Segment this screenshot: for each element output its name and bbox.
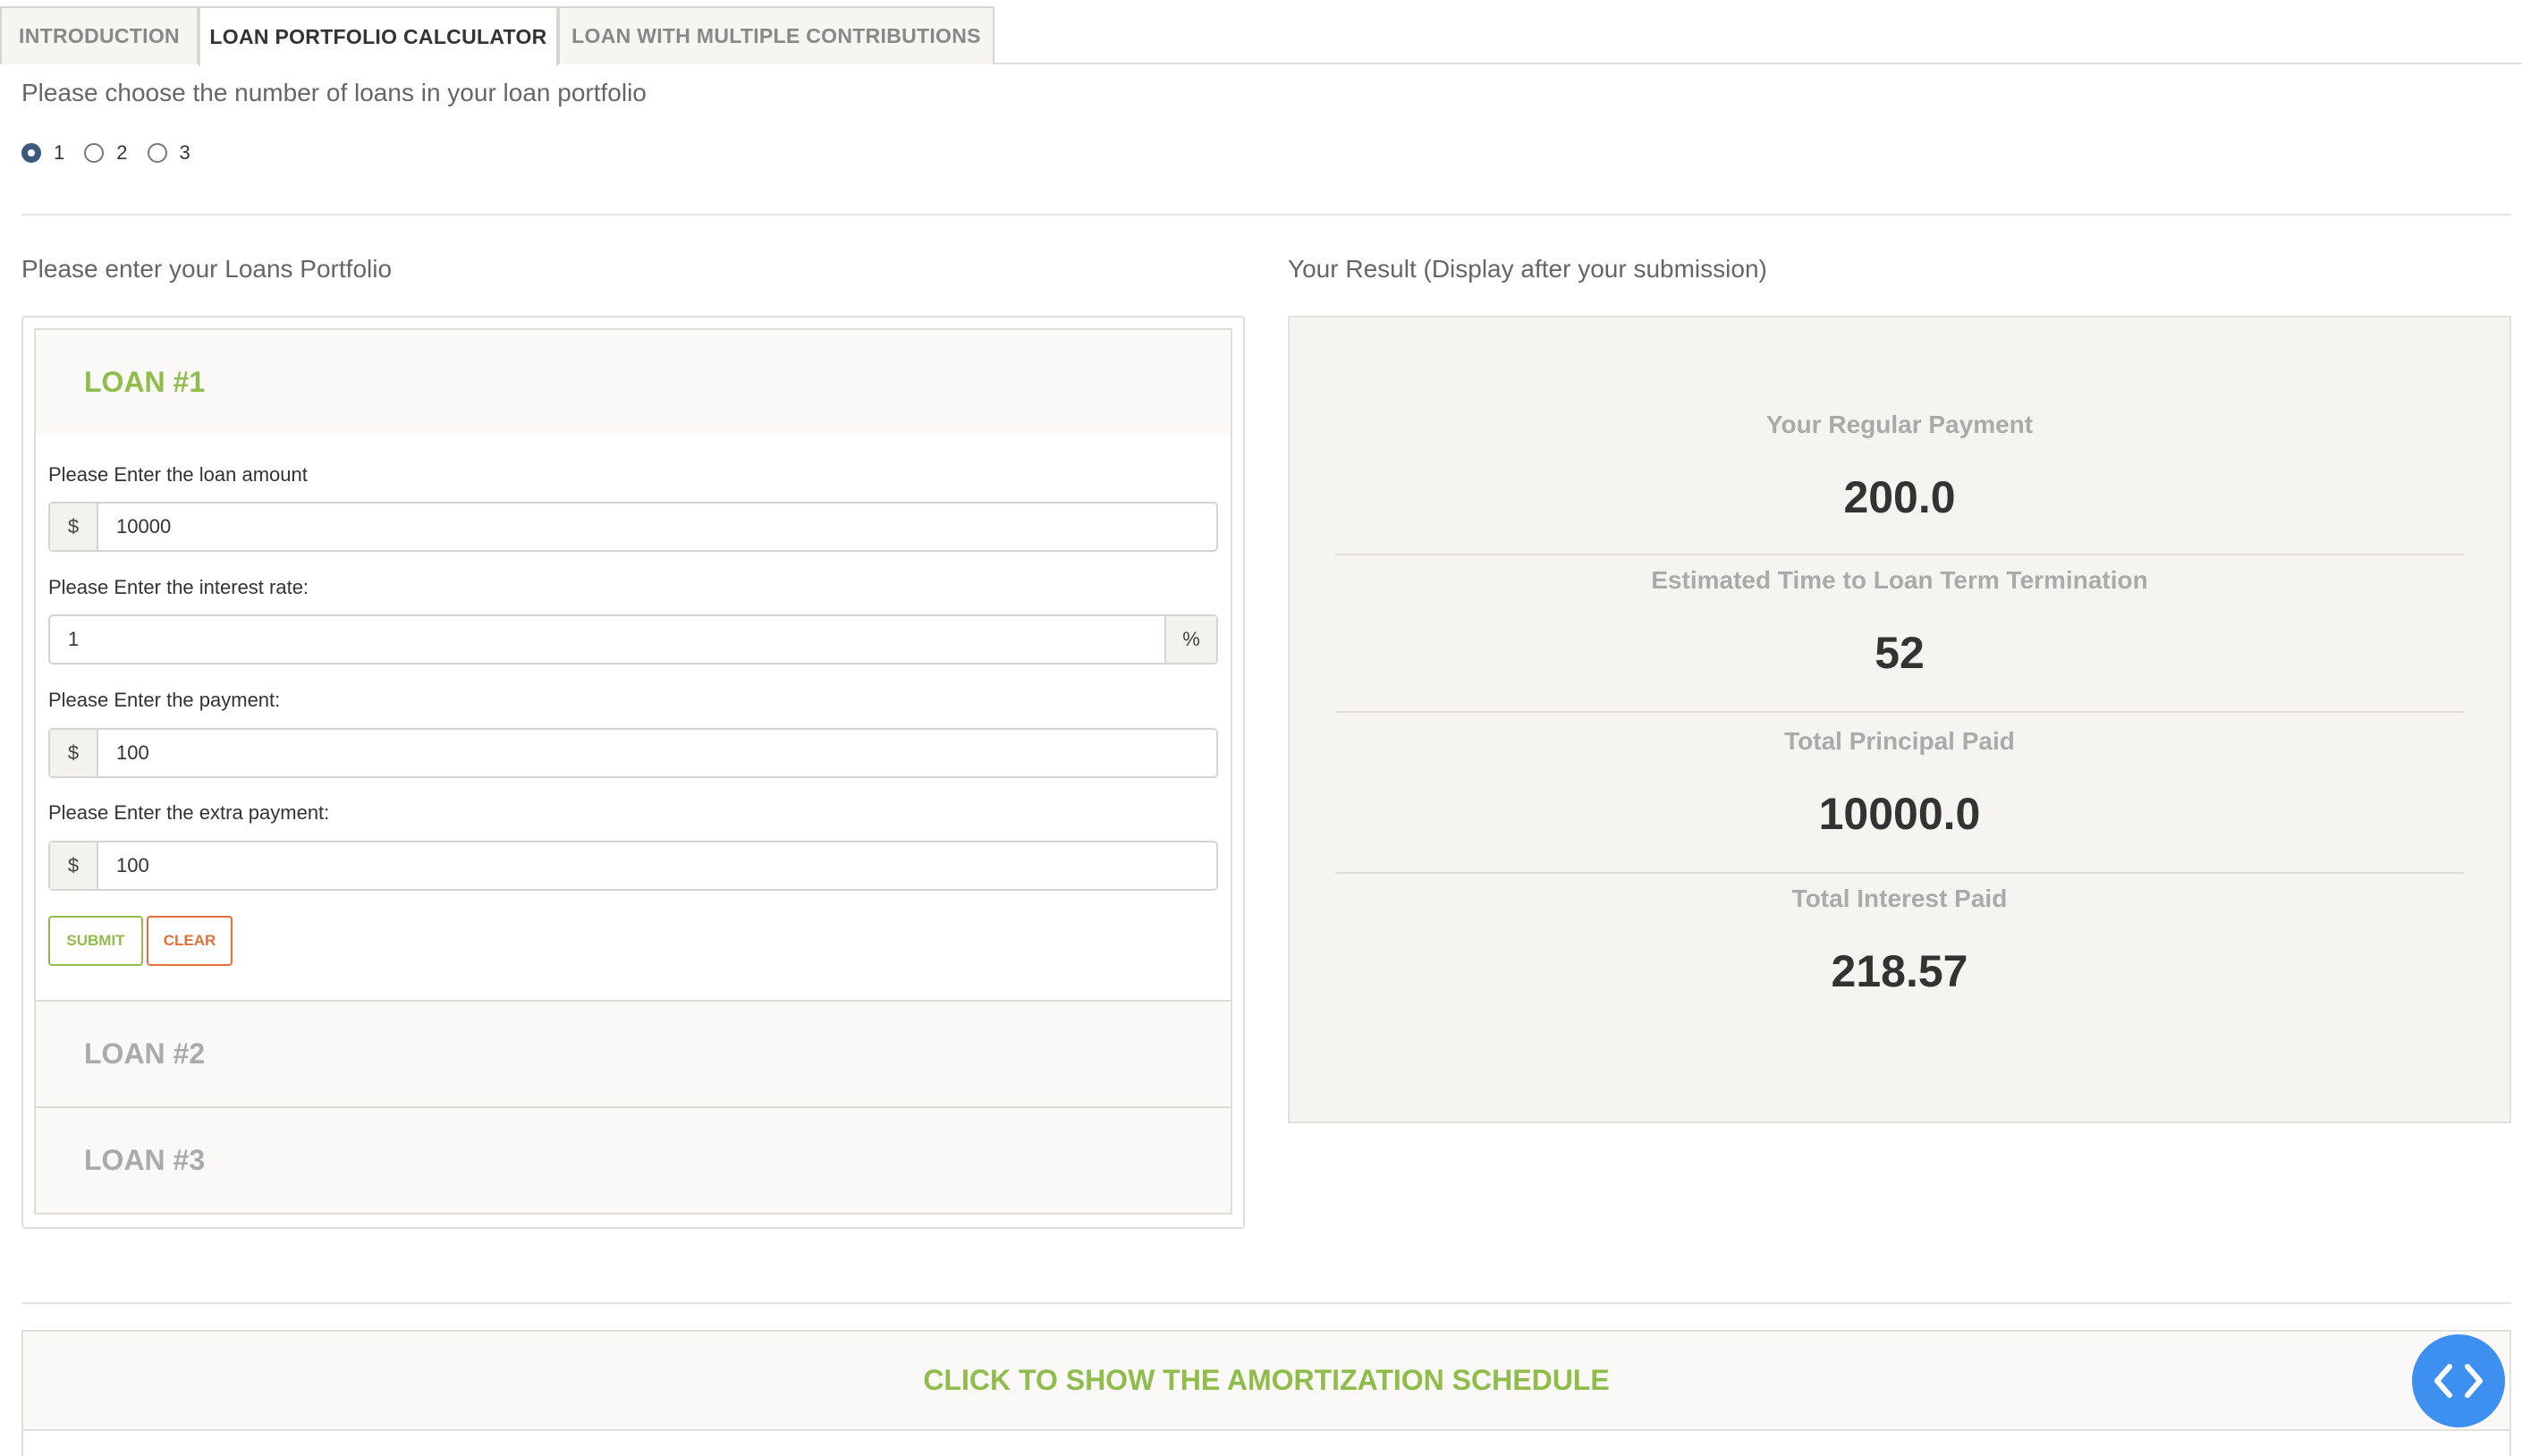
radio-button[interactable] bbox=[21, 143, 41, 163]
interest-rate-label: Please Enter the interest rate: bbox=[48, 576, 309, 598]
dollar-addon: $ bbox=[50, 504, 98, 550]
interest-paid-label: Total Interest Paid bbox=[1791, 885, 2008, 912]
clear-button[interactable]: CLEAR bbox=[147, 916, 233, 966]
payment-field[interactable]: $ 100 bbox=[48, 728, 1218, 778]
loan-3-title: LOAN #3 bbox=[84, 1144, 206, 1176]
radio-label: 2 bbox=[116, 141, 128, 164]
tab-bar: INTRODUCTION LOAN PORTFOLIO CALCULATOR L… bbox=[0, 6, 2522, 66]
loan-amount-field[interactable]: $ 10000 bbox=[48, 502, 1218, 552]
result-divider bbox=[1335, 711, 2464, 713]
result-divider bbox=[1335, 554, 2464, 555]
radio-button[interactable] bbox=[84, 143, 105, 163]
loan-amount-input[interactable]: 10000 bbox=[98, 504, 1216, 550]
percent-addon: % bbox=[1164, 616, 1216, 663]
radio-label: 3 bbox=[179, 141, 190, 164]
loan-count-prompt: Please choose the number of loans in you… bbox=[21, 79, 647, 106]
loan-2-title: LOAN #2 bbox=[84, 1037, 206, 1070]
amortization-panel bbox=[21, 1429, 2511, 1456]
interest-rate-input[interactable]: 1 bbox=[50, 616, 1164, 663]
payment-label: Please Enter the payment: bbox=[48, 689, 281, 711]
interest-paid-value: 218.57 bbox=[1831, 946, 1968, 996]
loan-2-header[interactable]: LOAN #2 bbox=[34, 1000, 1232, 1108]
tab-loan-portfolio-calculator[interactable]: LOAN PORTFOLIO CALCULATOR bbox=[199, 6, 558, 66]
extra-payment-label: Please Enter the extra payment: bbox=[48, 801, 330, 824]
term-label: Estimated Time to Loan Term Termination bbox=[1651, 566, 2148, 594]
loan-1-title: LOAN #1 bbox=[84, 366, 206, 398]
loan-1-header[interactable]: LOAN #1 bbox=[34, 328, 1232, 436]
code-brackets-icon bbox=[2434, 1364, 2483, 1398]
code-toggle-button[interactable] bbox=[2412, 1334, 2505, 1427]
principal-value: 10000.0 bbox=[1818, 789, 1981, 839]
submit-button[interactable]: SUBMIT bbox=[48, 916, 143, 966]
loan-count-option-1[interactable]: 1 bbox=[21, 141, 64, 165]
loan-count-option-3[interactable]: 3 bbox=[147, 141, 190, 165]
dollar-addon: $ bbox=[50, 730, 98, 776]
loan-amount-label: Please Enter the loan amount bbox=[48, 463, 308, 486]
payment-input[interactable]: 100 bbox=[98, 730, 1216, 776]
principal-label: Total Principal Paid bbox=[1784, 727, 2015, 755]
extra-payment-field[interactable]: $ 100 bbox=[48, 841, 1218, 891]
tab-loan-with-multiple-contributions[interactable]: LOAN WITH MULTIPLE CONTRIBUTIONS bbox=[558, 6, 994, 64]
radio-button[interactable] bbox=[147, 143, 167, 163]
result-heading: Your Result (Display after your submissi… bbox=[1288, 255, 1767, 283]
dollar-addon: $ bbox=[50, 842, 98, 889]
tab-introduction[interactable]: INTRODUCTION bbox=[0, 6, 199, 64]
amortization-label: CLICK TO SHOW THE AMORTIZATION SCHEDULE bbox=[923, 1364, 1610, 1396]
radio-label: 1 bbox=[54, 141, 65, 164]
loan-count-radio-group: 1 2 3 bbox=[21, 140, 210, 166]
extra-payment-input[interactable]: 100 bbox=[98, 842, 1216, 889]
divider bbox=[21, 214, 2511, 216]
result-divider bbox=[1335, 872, 2464, 874]
show-amortization-schedule-button[interactable]: CLICK TO SHOW THE AMORTIZATION SCHEDULE bbox=[21, 1330, 2511, 1431]
loan-3-header[interactable]: LOAN #3 bbox=[34, 1106, 1232, 1215]
portfolio-heading: Please enter your Loans Portfolio bbox=[21, 255, 393, 283]
divider bbox=[21, 1302, 2511, 1304]
regular-payment-label: Your Regular Payment bbox=[1765, 411, 2034, 438]
interest-rate-field[interactable]: 1 % bbox=[48, 614, 1218, 665]
term-value: 52 bbox=[1875, 628, 1925, 678]
loan-count-option-2[interactable]: 2 bbox=[84, 141, 128, 165]
regular-payment-value: 200.0 bbox=[1843, 472, 1956, 522]
